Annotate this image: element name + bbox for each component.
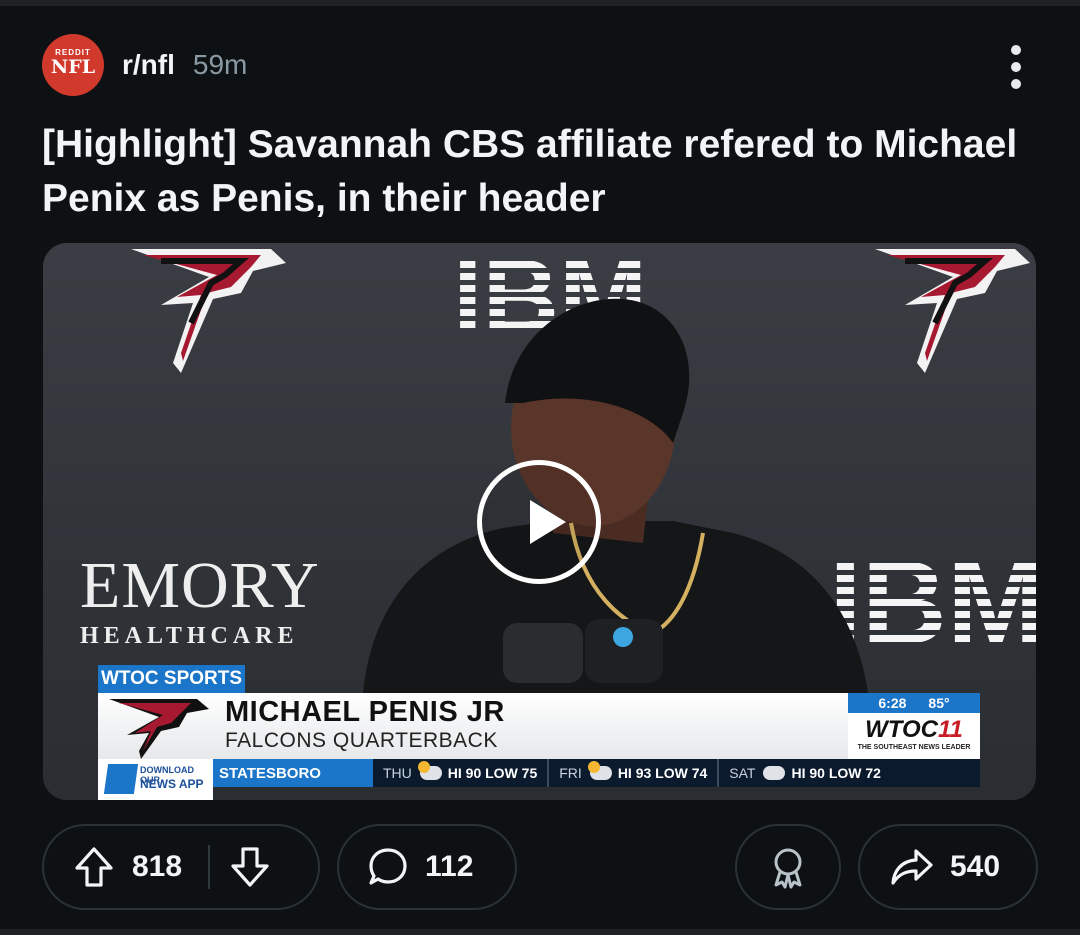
forecast-day: FRI [559,765,582,781]
forecast-item: FRI HI 93 LOW 74 [547,759,717,787]
vote-separator [208,845,211,889]
subreddit-name[interactable]: r/nfl [122,49,175,81]
post-title[interactable]: [Highlight] Savannah CBS affiliate refer… [42,118,1042,226]
avatar-text-main: NFL [50,56,96,78]
player-figure [363,298,868,693]
forecast-item: THU HI 90 LOW 75 [373,759,547,787]
bottom-divider [0,929,1080,935]
top-divider [0,0,1080,6]
forecast-temps: HI 90 LOW 72 [791,765,881,781]
comments-button[interactable]: 112 [337,824,517,910]
upvote-arrow-icon[interactable] [74,846,114,888]
healthcare-text: HEALTHCARE [80,623,299,649]
station-tag: WTOC SPORTS [98,665,245,693]
partly-cloudy-icon [587,761,612,780]
emory-healthcare-logo: EMORY HEALTHCARE [80,553,320,650]
lower-third-role: FALCONS QUARTERBACK [225,729,498,752]
forecast-day: SAT [729,765,756,781]
news-app-promo: DOWNLOAD OUR NEWS APP [98,759,213,800]
comment-count: 112 [425,850,474,883]
post-age: 59m [192,49,248,80]
forecast-temps: HI 93 LOW 74 [617,765,708,781]
station-logo: WTOC11 THE SOUTHEAST NEWS LEADER [848,713,980,759]
forecast-item: SAT HI 90 LOW 72 [717,759,891,787]
more-dot [1011,45,1021,55]
award-icon [774,848,802,889]
share-count: 540 [950,850,1001,883]
subreddit-avatar-icon[interactable]: REDDIT NFL [42,34,104,96]
storm-cloud-icon [763,766,786,780]
weather-ticker: STATESBORO THU HI 90 LOW 75 FRI HI 93 LO… [213,759,980,787]
more-options-icon[interactable] [1006,45,1026,89]
more-dot [1011,79,1021,89]
downvote-arrow-icon[interactable] [230,846,270,888]
play-icon[interactable] [477,460,601,584]
share-arrow-icon [891,849,933,885]
partly-cloudy-icon [417,761,442,780]
station-slogan: THE SOUTHEAST NEWS LEADER [857,744,971,751]
clock: 6:28 [878,695,907,711]
falcons-logo-icon [875,249,1030,373]
falcons-logo-icon [131,249,286,373]
emory-text: EMORY [80,549,320,622]
station-logo-number: 11 [937,716,963,743]
post-header: REDDIT NFL r/nfl 59m [42,33,1038,97]
vote-pill: 818 [42,824,320,910]
app-line2: NEWS APP [140,777,204,791]
app-badge-icon [103,764,139,794]
award-button[interactable] [735,824,841,910]
temperature: 85° [928,695,950,711]
ticker-city: STATESBORO [213,759,373,787]
lower-third-name: MICHAEL PENIS JR [225,696,505,728]
station-logo-text: WTOC [865,716,938,743]
forecast-temps: HI 90 LOW 75 [447,765,538,781]
forecast-day: THU [383,765,412,781]
upvote-count: 818 [132,850,183,883]
play-triangle [530,500,566,544]
share-button[interactable]: 540 [858,824,1038,910]
falcons-logo-icon [109,699,209,759]
clock-temperature: 6:28 85° [848,693,980,713]
video-player[interactable]: IBM IBM EMORY HEALTHCARE WTOC SPORTS MIC… [43,243,1036,800]
comment-bubble-icon [369,848,407,885]
more-dot [1011,62,1021,72]
